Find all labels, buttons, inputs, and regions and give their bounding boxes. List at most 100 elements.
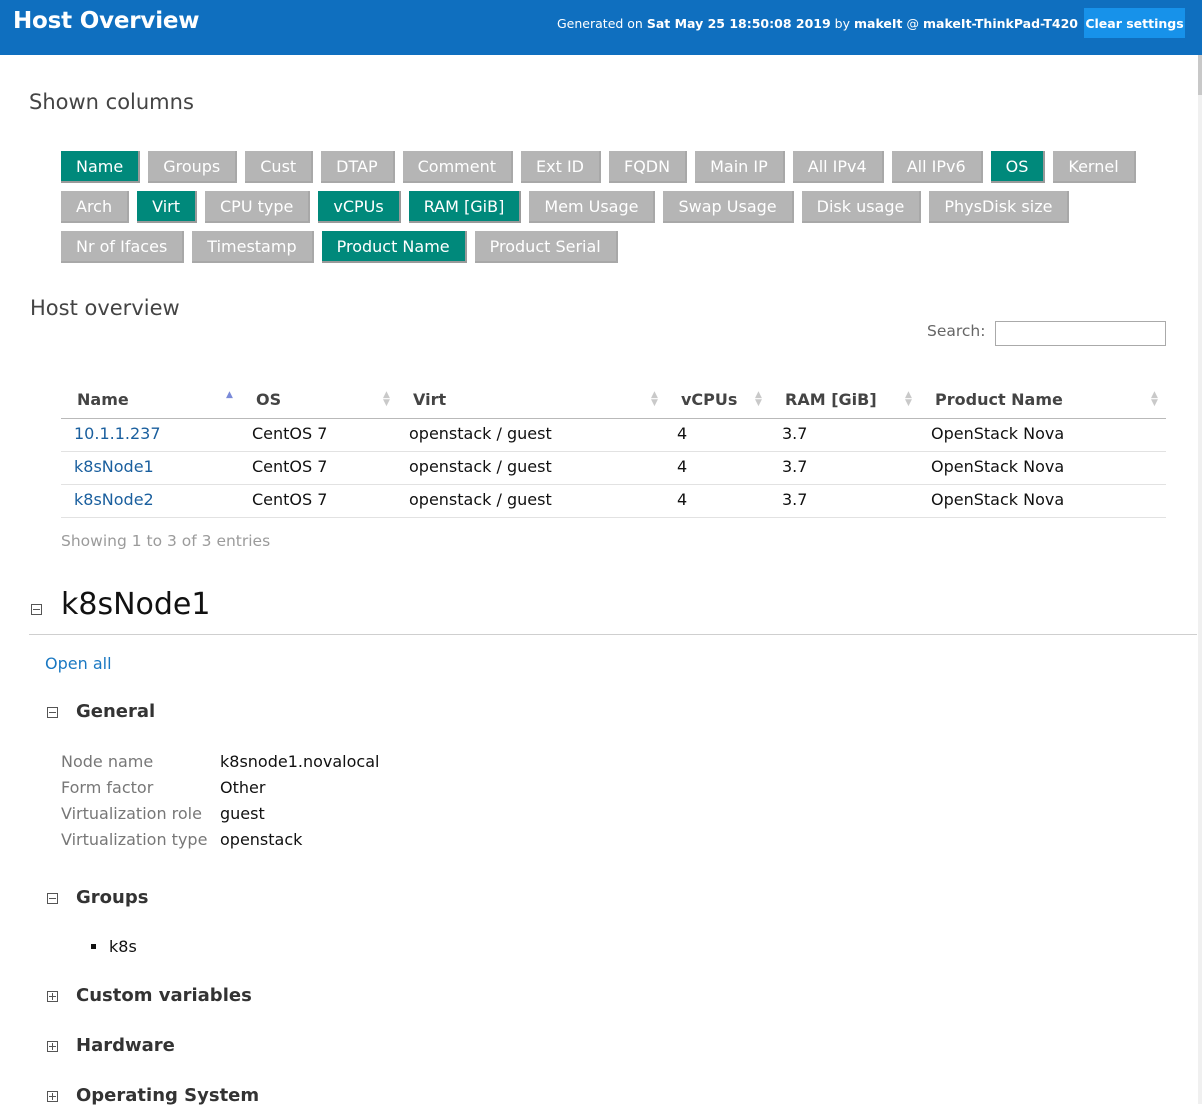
cell-product-name: OpenStack Nova xyxy=(931,457,1065,476)
section-title-hardware[interactable]: Hardware xyxy=(76,1035,175,1056)
expand-icon[interactable] xyxy=(47,1041,58,1052)
column-toggle-row: Nr of Ifaces Timestamp Product Name Product… xyxy=(61,231,1161,263)
column-toggle-arch[interactable]: Arch xyxy=(61,191,130,223)
generated-info: Generated on Sat May 25 18:50:08 2019 by… xyxy=(557,16,1078,31)
host-link[interactable]: 10.1.1.237 xyxy=(74,424,161,443)
column-header-virt[interactable]: Virt xyxy=(413,390,446,409)
detail-key: Form factor xyxy=(61,778,154,797)
cell-ram: 3.7 xyxy=(782,490,808,509)
column-toggle-swap-usage[interactable]: Swap Usage xyxy=(663,191,794,223)
table-header: Name ▲ OS ▲ ▼ Virt ▲ ▼ vCPUs ▲ ▼ RAM [GiB] … xyxy=(61,386,1166,419)
column-header-name[interactable]: Name xyxy=(77,390,129,409)
column-toggle-mem-usage[interactable]: Mem Usage xyxy=(529,191,656,223)
column-header-ram[interactable]: RAM [GiB] xyxy=(785,390,877,409)
section-title-custom-variables[interactable]: Custom variables xyxy=(76,985,252,1006)
clear-settings-button[interactable]: Clear settings xyxy=(1084,8,1185,38)
group-item: k8s xyxy=(109,937,137,956)
host-link[interactable]: k8sNode2 xyxy=(74,490,154,509)
header-bar: Host Overview Generated on Sat May 25 18… xyxy=(0,0,1202,55)
column-toggle-all-ipv4[interactable]: All IPv4 xyxy=(792,151,884,183)
column-toggle-product-serial[interactable]: Product Serial xyxy=(474,231,618,263)
sort-icon[interactable]: ▲ xyxy=(226,391,233,407)
sort-icon[interactable]: ▲ ▼ xyxy=(651,391,658,408)
detail-value: Other xyxy=(220,778,266,797)
sort-icon[interactable]: ▲ ▼ xyxy=(1151,391,1158,408)
cell-os: CentOS 7 xyxy=(252,457,328,476)
cell-ram: 3.7 xyxy=(782,457,808,476)
search-input[interactable] xyxy=(995,321,1166,346)
cell-virt: openstack / guest xyxy=(409,424,552,443)
sort-icon[interactable]: ▲ ▼ xyxy=(755,391,762,408)
column-toggle-vcpus[interactable]: vCPUs xyxy=(318,191,401,223)
column-header-product-name[interactable]: Product Name xyxy=(935,390,1063,409)
sort-icon[interactable]: ▲ ▼ xyxy=(905,391,912,408)
generated-at: @ xyxy=(906,16,920,31)
column-toggle-virt[interactable]: Virt xyxy=(137,191,197,223)
section-title-general[interactable]: General xyxy=(76,701,155,722)
column-header-vcpus[interactable]: vCPUs xyxy=(681,390,737,409)
generated-host: makeIt-ThinkPad-T420 xyxy=(923,16,1078,31)
cell-os: CentOS 7 xyxy=(252,424,328,443)
column-toggle-all-ipv6[interactable]: All IPv6 xyxy=(891,151,983,183)
sort-icon[interactable]: ▲ ▼ xyxy=(383,391,390,408)
column-toggle-name[interactable]: Name xyxy=(61,151,141,183)
column-toggle-disk-usage[interactable]: Disk usage xyxy=(801,191,922,223)
column-toggle-row: Name Groups Cust DTAP Comment Ext ID FQDN Main … xyxy=(61,151,1161,183)
column-toggle-row: Arch Virt CPU type vCPUs RAM [GiB] Mem Usage S… xyxy=(61,191,1161,223)
generated-by: by xyxy=(834,16,850,31)
column-toggle-ram-gib[interactable]: RAM [GiB] xyxy=(408,191,522,223)
cell-os: CentOS 7 xyxy=(252,490,328,509)
cell-ram: 3.7 xyxy=(782,424,808,443)
host-detail-title: k8sNode1 xyxy=(61,587,211,622)
column-toggle-ext-id[interactable]: Ext ID xyxy=(521,151,601,183)
cell-vcpus: 4 xyxy=(677,490,688,509)
cell-virt: openstack / guest xyxy=(409,490,552,509)
host-table: Name ▲ OS ▲ ▼ Virt ▲ ▼ vCPUs ▲ ▼ RAM [GiB] … xyxy=(61,386,1166,518)
column-toggle-physdisk-size[interactable]: PhysDisk size xyxy=(929,191,1070,223)
column-toggle-os[interactable]: OS xyxy=(990,151,1046,183)
expand-icon[interactable] xyxy=(47,991,58,1002)
section-title-groups[interactable]: Groups xyxy=(76,887,148,908)
generated-user: makeIt xyxy=(853,16,903,31)
generated-prefix: Generated on xyxy=(557,16,643,31)
detail-value: openstack xyxy=(220,830,303,849)
cell-product-name: OpenStack Nova xyxy=(931,490,1065,509)
column-toggle-kernel[interactable]: Kernel xyxy=(1053,151,1136,183)
scrollbar-thumb[interactable] xyxy=(1198,55,1202,95)
search-label: Search: xyxy=(927,322,986,340)
bullet-icon xyxy=(91,944,96,949)
column-toggle-fqdn[interactable]: FQDN xyxy=(609,151,688,183)
column-header-os[interactable]: OS xyxy=(256,390,281,409)
detail-key: Node name xyxy=(61,752,154,771)
generated-date: Sat May 25 18:50:08 2019 xyxy=(646,16,831,31)
column-toggle-cust[interactable]: Cust xyxy=(245,151,314,183)
column-toggle-nr-of-ifaces[interactable]: Nr of Ifaces xyxy=(61,231,185,263)
expand-icon[interactable] xyxy=(47,1091,58,1102)
cell-virt: openstack / guest xyxy=(409,457,552,476)
collapse-icon[interactable] xyxy=(31,604,42,615)
page-title: Host Overview xyxy=(13,8,200,34)
column-toggle-dtap[interactable]: DTAP xyxy=(321,151,395,183)
detail-key: Virtualization type xyxy=(61,830,208,849)
column-toggle-cpu-type[interactable]: CPU type xyxy=(205,191,311,223)
column-toggle-buttons: Name Groups Cust DTAP Comment Ext ID FQDN Main … xyxy=(61,151,1161,271)
column-toggle-comment[interactable]: Comment xyxy=(402,151,514,183)
host-overview-heading: Host overview xyxy=(30,296,180,320)
column-toggle-product-name[interactable]: Product Name xyxy=(321,231,467,263)
column-toggle-main-ip[interactable]: Main IP xyxy=(695,151,785,183)
cell-vcpus: 4 xyxy=(677,424,688,443)
column-toggle-timestamp[interactable]: Timestamp xyxy=(192,231,314,263)
section-divider xyxy=(29,634,1197,635)
collapse-icon[interactable] xyxy=(47,893,58,904)
open-all-link[interactable]: Open all xyxy=(45,654,112,673)
collapse-icon[interactable] xyxy=(47,707,58,718)
shown-columns-heading: Shown columns xyxy=(29,90,194,114)
column-toggle-groups[interactable]: Groups xyxy=(148,151,238,183)
table-row: 10.1.1.237 CentOS 7 openstack / guest 4 … xyxy=(61,419,1166,452)
host-link[interactable]: k8sNode1 xyxy=(74,457,154,476)
section-title-operating-system[interactable]: Operating System xyxy=(76,1085,259,1106)
table-info: Showing 1 to 3 of 3 entries xyxy=(61,532,271,550)
scrollbar-track[interactable] xyxy=(1198,55,1202,1104)
cell-product-name: OpenStack Nova xyxy=(931,424,1065,443)
cell-vcpus: 4 xyxy=(677,457,688,476)
